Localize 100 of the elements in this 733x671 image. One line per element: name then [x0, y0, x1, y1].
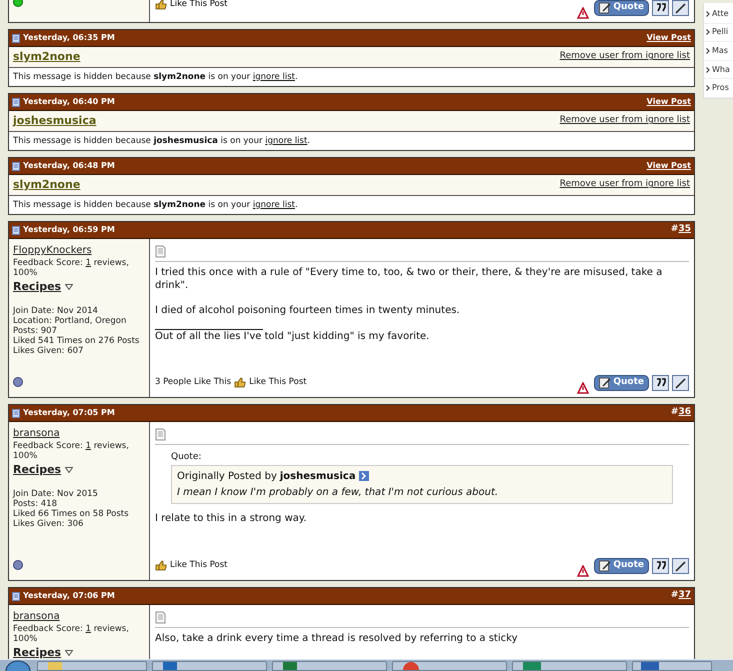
username-link[interactable]: slym2none — [13, 48, 80, 66]
view-post-link[interactable]: View Post — [646, 160, 691, 172]
sidebar-link[interactable]: Mas — [712, 44, 728, 57]
quote-attribution: Originally Posted by — [177, 470, 277, 484]
post-number-link[interactable]: 36 — [678, 406, 691, 420]
sidebar-link[interactable]: Pros — [712, 82, 729, 94]
dropdown-triangle-icon[interactable] — [65, 650, 74, 656]
post-paragraph: I relate to this in a strong way. — [155, 512, 308, 524]
remove-ignore-link[interactable]: Remove user from ignore list — [560, 178, 690, 192]
remove-ignore-link[interactable]: Remove user from ignore list — [560, 114, 690, 128]
like-post-link[interactable]: Like This Post — [249, 376, 307, 389]
reply-icon[interactable] — [672, 0, 689, 16]
post-date: Yesterday, 06:35 PM — [23, 32, 115, 44]
feedback-link[interactable]: 1 — [86, 441, 91, 451]
taskbar-button[interactable] — [392, 661, 507, 671]
pencil-icon — [599, 377, 612, 389]
post-date-icon — [12, 98, 20, 106]
warning-icon[interactable] — [577, 7, 590, 19]
feedback-score: Feedback Score: 1 reviews, 100% — [13, 441, 130, 461]
spreadsheet-app-icon — [283, 662, 297, 670]
hidden-message: This message is hidden because slym2none is on your ignore list. — [12, 198, 299, 214]
app-icon — [641, 662, 659, 670]
post-number-link[interactable]: 35 — [678, 223, 691, 237]
taskbar-button[interactable] — [512, 661, 627, 671]
feedback-link[interactable]: 1 — [86, 258, 91, 268]
post-paragraph: I tried this once with a rule of "Every time to, too, & two or their, there, & they're are misused, take a drink". — [155, 266, 664, 292]
author-link[interactable]: bransona — [13, 426, 145, 441]
post-icon — [155, 428, 166, 441]
taskbar-button[interactable] — [632, 661, 712, 671]
post-date-icon — [12, 162, 20, 170]
view-post-arrow-icon[interactable] — [358, 471, 369, 481]
user-group-link[interactable]: Recipes — [13, 279, 62, 296]
post-date-icon — [12, 34, 20, 42]
post-number-prefix: # — [670, 223, 678, 236]
quote-label: Quote: — [171, 452, 202, 462]
start-orb-icon[interactable] — [4, 660, 32, 671]
thumbs-up-icon — [155, 560, 167, 572]
post-date: Yesterday, 07:06 PM — [23, 590, 115, 602]
likes-count: 3 People Like This — [155, 376, 232, 389]
folder-icon — [48, 662, 62, 670]
feedback-score: Feedback Score: 1 reviews, 100% — [13, 624, 130, 644]
post-icon — [155, 245, 166, 258]
chevron-right-icon — [706, 85, 710, 92]
dropdown-triangle-icon[interactable] — [65, 467, 74, 474]
ignore-list-link[interactable]: ignore list — [252, 198, 295, 212]
user-info-line: Likes Given: 607 — [13, 346, 84, 356]
author-link[interactable]: bransona — [13, 609, 145, 624]
warning-icon[interactable] — [577, 382, 590, 394]
quote-text: I mean I know I'm probably on a few, that I'm not curious about. — [177, 486, 500, 500]
user-info-line: Join Date: Nov 2015 — [13, 488, 99, 498]
post-paragraph: I died of alcohol poisoning fourteen times in twenty minutes. — [155, 304, 461, 317]
username-link[interactable]: slym2none — [13, 176, 80, 194]
remove-ignore-link[interactable]: Remove user from ignore list — [560, 50, 690, 64]
taskbar-button[interactable] — [272, 661, 387, 671]
mail-app-icon — [163, 662, 177, 670]
dropdown-triangle-icon[interactable] — [65, 284, 74, 290]
browser-icon — [403, 662, 419, 670]
feedback-score: Feedback Score: 1 reviews, 100% — [13, 258, 130, 278]
chevron-right-icon — [706, 66, 710, 73]
ignore-list-link[interactable]: ignore list — [265, 134, 308, 148]
username-link[interactable]: joshesmusica — [13, 112, 96, 130]
quote-button[interactable]: Quote — [594, 0, 649, 16]
user-info-line: Likes Given: 306 — [13, 518, 84, 528]
chevron-right-icon — [706, 10, 710, 17]
user-info-line: Join Date: Nov 2014 — [13, 306, 99, 316]
user-info-line: Liked 541 Times on 276 Posts — [13, 336, 140, 346]
post-number-link[interactable]: 37 — [678, 589, 691, 603]
post-number-prefix: # — [670, 406, 678, 420]
multi-quote-icon[interactable] — [652, 558, 669, 574]
chevron-right-icon — [706, 48, 710, 54]
user-info-line: Liked 66 Times on 58 Posts — [13, 508, 130, 518]
like-post-link[interactable]: Like This Post — [170, 559, 228, 572]
multi-quote-icon[interactable] — [652, 0, 669, 16]
hidden-message: This message is hidden because joshesmusica is on your ignore list. — [12, 134, 312, 150]
quote-button[interactable]: Quote — [594, 375, 649, 391]
thumbs-up-icon — [234, 377, 246, 388]
post-date-icon — [12, 408, 20, 418]
quote-button[interactable]: Quote — [594, 558, 649, 574]
app-icon — [523, 662, 541, 670]
quote-author: joshesmusica — [280, 470, 356, 484]
ignore-list-link[interactable]: ignore list — [252, 70, 295, 84]
author-link[interactable]: FloppyKnockers — [13, 243, 145, 258]
multi-quote-icon[interactable] — [652, 375, 669, 391]
post-date: Yesterday, 06:40 PM — [23, 96, 115, 108]
reply-icon[interactable] — [672, 375, 689, 391]
feedback-link[interactable]: 1 — [86, 624, 91, 634]
post-date-icon — [12, 226, 20, 234]
post-icon — [155, 611, 166, 624]
warning-icon[interactable] — [577, 565, 590, 577]
chevron-right-icon — [706, 29, 710, 36]
sidebar-link[interactable]: Wha — [712, 64, 730, 76]
user-group-link[interactable]: Recipes — [13, 645, 62, 662]
taskbar-button[interactable] — [152, 661, 267, 671]
user-group-link[interactable]: Recipes — [13, 462, 62, 478]
reply-icon[interactable] — [672, 558, 689, 574]
post-number-prefix: # — [670, 589, 678, 602]
view-post-link[interactable]: View Post — [646, 32, 691, 44]
sidebar-link[interactable]: Pelli — [712, 26, 728, 38]
sidebar-link[interactable]: Atte — [712, 8, 729, 20]
view-post-link[interactable]: View Post — [646, 96, 691, 108]
